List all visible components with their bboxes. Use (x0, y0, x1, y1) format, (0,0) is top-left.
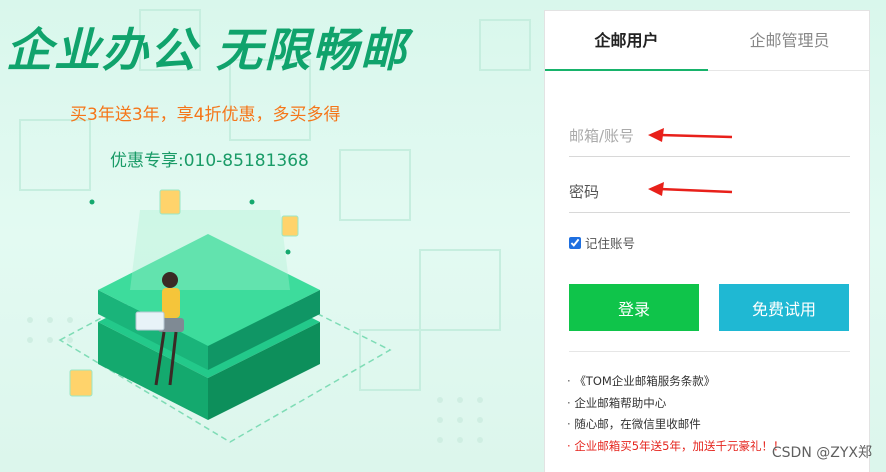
divider (569, 351, 850, 352)
hero-promo: 买3年送3年，享4折优惠，多买多得 (70, 105, 341, 125)
annotation-arrow-password (648, 182, 733, 196)
office-illustration (58, 189, 392, 443)
remember-checkbox[interactable] (569, 236, 581, 249)
annotation-arrow-email (648, 128, 733, 142)
remember-label: 记住账号 (585, 236, 636, 251)
login-panel: 企邮用户 企邮管理员 记住账号 登录 免费试用 《TOM企业邮箱服务条款》 企业… (544, 10, 870, 472)
hero-phone: 优惠专享:010-85181368 (110, 151, 309, 171)
free-trial-button[interactable]: 免费试用 (719, 284, 849, 331)
hero-slogan: 企业办公 无限畅邮 (6, 23, 409, 77)
link-terms[interactable]: 《TOM企业邮箱服务条款》 (567, 371, 784, 393)
remember-account[interactable]: 记住账号 (569, 233, 635, 252)
login-button[interactable]: 登录 (569, 284, 699, 331)
link-wechat-mail[interactable]: 随心邮，在微信里收邮件 (567, 414, 784, 436)
login-tabs: 企邮用户 企邮管理员 (545, 11, 869, 71)
tab-enterprise-user[interactable]: 企邮用户 (545, 11, 708, 71)
link-promotion[interactable]: 企业邮箱买5年送5年，加送千元豪礼！！ (567, 436, 784, 458)
link-help-center[interactable]: 企业邮箱帮助中心 (567, 393, 784, 415)
help-links: 《TOM企业邮箱服务条款》 企业邮箱帮助中心 随心邮，在微信里收邮件 企业邮箱买… (567, 371, 784, 457)
tab-enterprise-admin[interactable]: 企邮管理员 (708, 11, 871, 71)
watermark: CSDN @ZYX郑 (771, 445, 872, 461)
